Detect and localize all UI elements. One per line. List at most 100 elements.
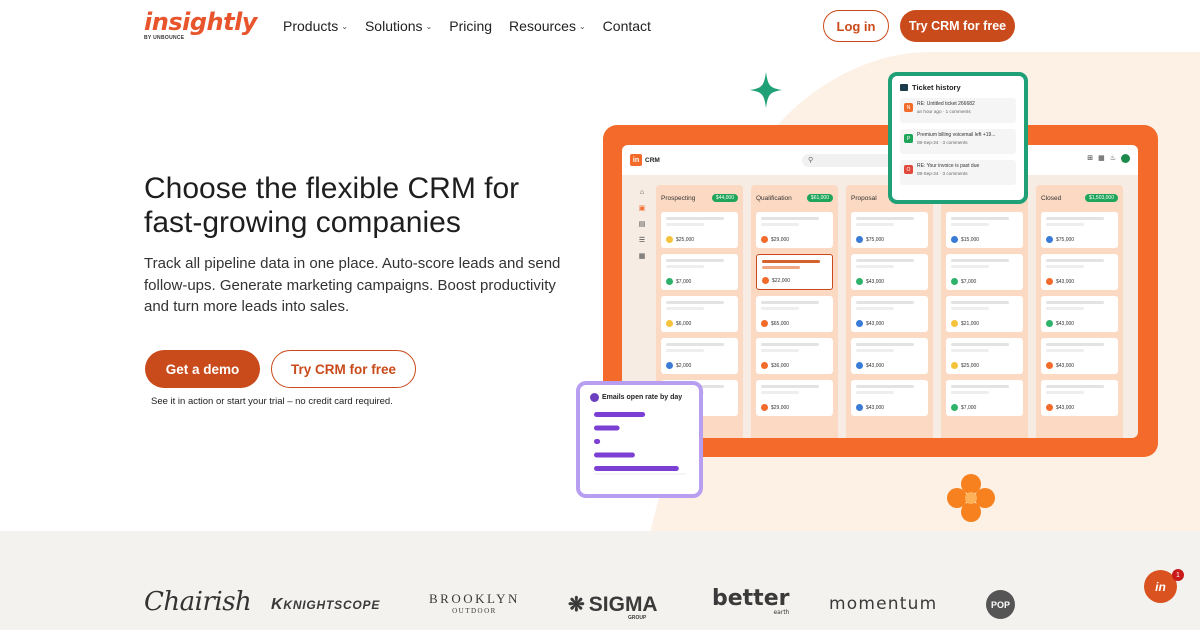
nav-try-crm-button[interactable]: Try CRM for free [900, 10, 1015, 42]
list-icon[interactable]: ☰ [639, 236, 645, 244]
deal-owner-dot [951, 404, 958, 411]
chart-bar [594, 425, 620, 431]
deal-card-line [1046, 385, 1104, 388]
deal-amount: $21,000 [961, 320, 980, 327]
chart-icon[interactable]: ▤ [639, 220, 646, 228]
deal-card-line [666, 343, 724, 346]
chart-icon [590, 393, 599, 402]
deal-card-line [761, 307, 799, 310]
deal-card[interactable]: $7,000 [946, 254, 1023, 290]
ticket-item[interactable]: O RE: Your invoice is past due 08-Sep-24 ·… [900, 160, 1016, 185]
nav-resources[interactable]: Resources ⌄ [509, 18, 586, 34]
deal-card[interactable]: $43,000 [851, 380, 928, 416]
deal-card[interactable]: $29,000 [756, 380, 833, 416]
hero-subtitle: Track all pipeline data in one place. Au… [144, 255, 561, 315]
deal-card-value: $29,000 [761, 236, 789, 243]
deal-card[interactable]: $25,000 [946, 338, 1023, 374]
pipeline-icon[interactable]: ▣ [639, 204, 646, 212]
plus-icon[interactable]: ⊞ [1087, 154, 1093, 163]
deal-card[interactable]: $43,000 [851, 338, 928, 374]
ticket-history-title: Ticket history [912, 83, 961, 92]
pipeline-board: Prospecting $44,000 $25,000 $7,000 $6,000 $2,… [656, 185, 1123, 438]
deal-card[interactable]: $21,000 [946, 296, 1023, 332]
emails-chart-card: Emails open rate by day [576, 381, 703, 498]
sigma-mark-icon: ❋ [568, 594, 585, 616]
deal-owner-dot [666, 278, 673, 285]
deal-owner-dot [761, 362, 768, 369]
emails-chart-title: Emails open rate by day [602, 394, 683, 401]
deal-card[interactable]: $7,000 [946, 380, 1023, 416]
deal-card-value: $6,000 [666, 320, 691, 327]
brand-wordmark: insightly [144, 8, 257, 36]
deal-card[interactable]: $43,000 [1041, 338, 1118, 374]
deal-card[interactable]: $7,000 [661, 254, 738, 290]
try-crm-button[interactable]: Try CRM for free [271, 350, 416, 388]
deal-card-line [666, 217, 724, 220]
deal-card[interactable]: $22,000 [756, 254, 833, 290]
deal-card-line [761, 301, 819, 304]
knightscope-wordmark: KNIGHTSCOPE [283, 598, 381, 612]
deal-owner-dot [666, 362, 673, 369]
deal-card-line [1046, 343, 1104, 346]
deal-card-line [951, 349, 989, 352]
deal-card-line [1046, 301, 1104, 304]
deal-card[interactable]: $6,000 [661, 296, 738, 332]
grid-icon[interactable]: ▦ [1098, 154, 1105, 163]
deal-owner-dot [1046, 278, 1053, 285]
deal-card[interactable]: $43,000 [851, 254, 928, 290]
pipeline-column-total: $61,000 [806, 194, 833, 202]
deal-amount: $2,000 [676, 362, 692, 369]
ticket-item[interactable]: P Premium billing voicemail left +19... 08… [900, 129, 1016, 154]
deal-card[interactable]: $25,000 [661, 212, 738, 248]
deal-card-line [856, 301, 914, 304]
crm-top-icons: ⊞ ▦ ♨ [1087, 154, 1130, 163]
nav-products[interactable]: Products ⌄ [283, 18, 348, 34]
deal-card-value: $25,000 [951, 362, 979, 369]
calendar-icon[interactable]: ▦ [639, 252, 646, 260]
hero-title: Choose the flexible CRM for fast-growing… [144, 172, 520, 239]
deal-amount: $43,000 [1056, 362, 1075, 369]
deal-amount: $15,000 [961, 236, 980, 243]
nav-products-label: Products [283, 18, 339, 34]
deal-amount: $22,000 [772, 277, 791, 284]
deal-card-line [856, 265, 894, 268]
deal-card-line [951, 301, 1009, 304]
ticket-text: RE: Untitled ticket 266682 an hour ago · … [917, 101, 975, 115]
deal-owner-dot [761, 320, 768, 327]
deal-card[interactable]: $2,000 [661, 338, 738, 374]
deal-card-line [856, 349, 894, 352]
nav-solutions[interactable]: Solutions ⌄ [365, 18, 432, 34]
deal-card[interactable]: $43,000 [1041, 254, 1118, 290]
deal-card[interactable]: $36,000 [756, 338, 833, 374]
deal-card-line [761, 343, 819, 346]
deal-card-line [666, 307, 704, 310]
deal-card[interactable]: $43,000 [1041, 380, 1118, 416]
deal-card[interactable]: $15,000 [946, 212, 1023, 248]
deal-card[interactable]: $43,000 [1041, 296, 1118, 332]
bell-icon[interactable]: ♨ [1110, 154, 1116, 163]
get-demo-button[interactable]: Get a demo [145, 350, 260, 388]
avatar[interactable] [1121, 154, 1130, 163]
nav-contact[interactable]: Contact [603, 18, 651, 34]
ticket-item[interactable]: N RE: Untitled ticket 266682 an hour ago ·… [900, 98, 1016, 123]
ticket-subject: Premium billing voicemail left +19... [917, 132, 996, 138]
deal-card[interactable]: $43,000 [851, 296, 928, 332]
login-button[interactable]: Log in [823, 10, 889, 42]
home-icon[interactable]: ⌂ [640, 189, 644, 196]
deal-amount: $7,000 [961, 278, 977, 285]
ticket-meta: 08-Sep-24 · 3 comments [917, 140, 968, 145]
deal-card[interactable]: $75,000 [1041, 212, 1118, 248]
deal-card[interactable]: $65,000 [756, 296, 833, 332]
deal-card-value: $65,000 [761, 320, 789, 327]
pipeline-column-header: Closed $1,503,000 [1041, 190, 1118, 206]
customer-logo-knightscope: KKNIGHTSCOPE [271, 596, 380, 614]
nav-resources-label: Resources [509, 18, 576, 34]
pipeline-column-name: Proposal [851, 194, 877, 202]
chevron-down-icon: ⌄ [578, 21, 586, 31]
deal-card[interactable]: $75,000 [851, 212, 928, 248]
nav-pricing[interactable]: Pricing [449, 18, 492, 34]
brand-logo[interactable]: insightly BY UNBOUNCE [144, 10, 257, 41]
deal-card[interactable]: $29,000 [756, 212, 833, 248]
deal-owner-dot [666, 320, 673, 327]
ticket-history-header: Ticket history [900, 83, 1016, 92]
